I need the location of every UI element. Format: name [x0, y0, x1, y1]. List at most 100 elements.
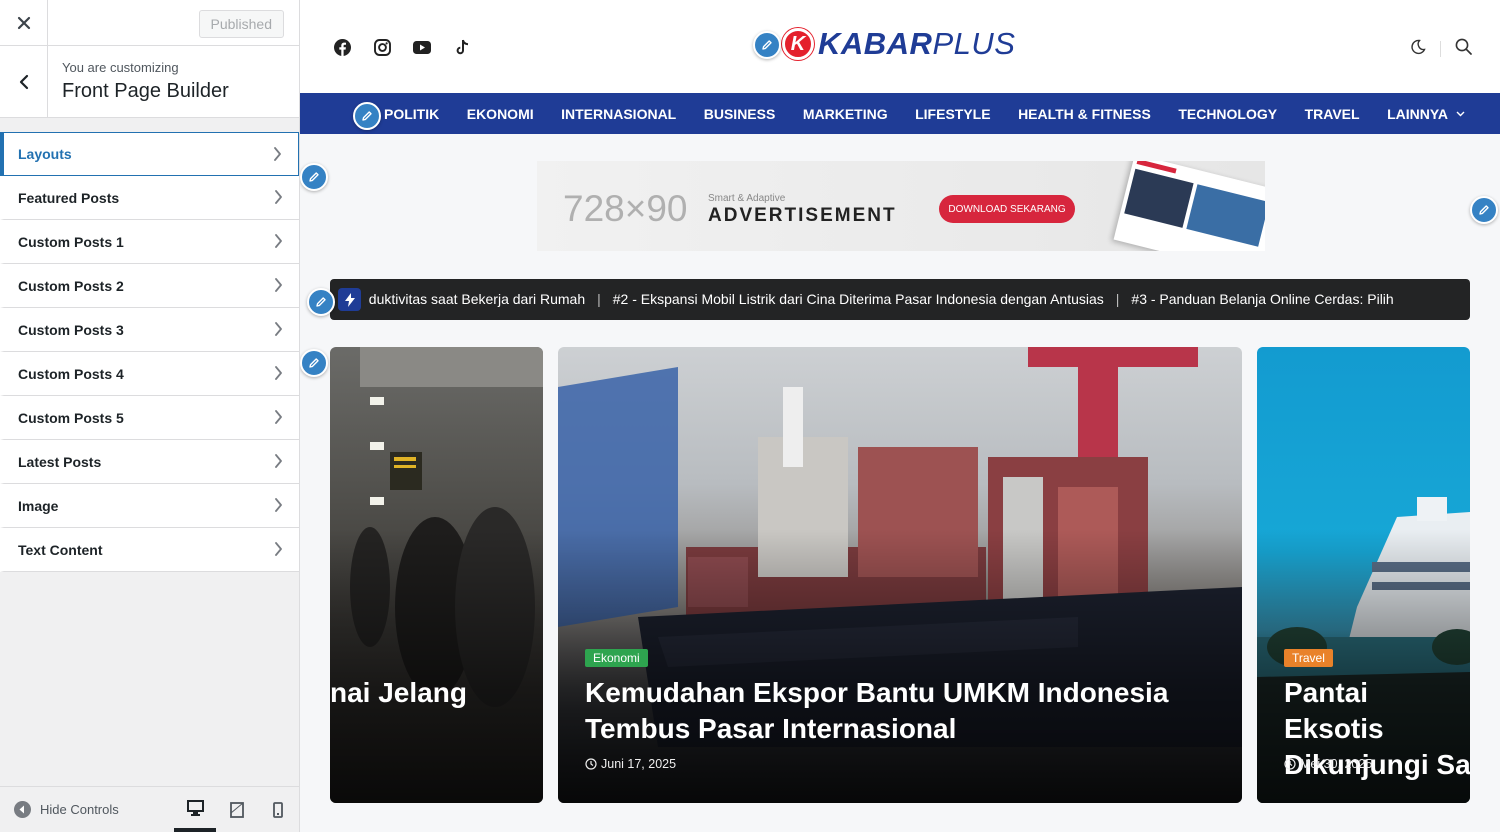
ticker-item[interactable]: Produktivitas saat Bekerja dari Rumah	[369, 279, 585, 320]
logo-badge: K	[782, 28, 814, 60]
section-item-custom-posts-1[interactable]: Custom Posts 1	[0, 220, 299, 264]
section-header: You are customizing Front Page Builder	[0, 46, 299, 118]
customizer-sidebar: Published You are customizing Front Page…	[0, 0, 300, 832]
edit-menu-shortcut[interactable]	[353, 102, 381, 130]
site-preview: K KABARPLUS POLITIK EKONOMI INTERNASIONA…	[300, 0, 1500, 832]
tiktok-icon[interactable]	[452, 37, 472, 57]
back-button[interactable]	[0, 46, 48, 117]
section-item-label: Custom Posts 3	[18, 321, 124, 338]
logo-text-light: PLUS	[932, 26, 1016, 61]
hide-controls-label: Hide Controls	[40, 802, 119, 817]
chevron-right-icon	[275, 278, 282, 292]
slide-title[interactable]: Kemudahan Ekspor Bantu UMKM Indonesia Te…	[585, 675, 1222, 747]
chevron-down-icon	[1456, 111, 1465, 116]
section-item-custom-posts-4[interactable]: Custom Posts 4	[0, 352, 299, 396]
section-item-custom-posts-5[interactable]: Custom Posts 5	[0, 396, 299, 440]
edit-ticker-shortcut[interactable]	[307, 288, 335, 316]
chevron-right-icon	[275, 366, 282, 380]
section-item-label: Custom Posts 1	[18, 233, 124, 250]
chevron-left-icon	[19, 74, 28, 89]
preview-mobile-button[interactable]	[257, 787, 299, 832]
ad-headline: ADVERTISEMENT	[708, 205, 897, 226]
customizer-footer: Hide Controls	[0, 786, 299, 832]
section-item-label: Latest Posts	[18, 453, 102, 470]
section-list: Layouts Featured Posts Custom Posts 1 Cu…	[0, 132, 299, 572]
site-logo[interactable]: K KABARPLUS	[782, 26, 1015, 62]
chevron-right-icon	[275, 190, 282, 204]
slide-date-text: Juni 17, 2025	[601, 757, 677, 771]
nav-item-lifestyle[interactable]: LIFESTYLE	[915, 106, 990, 122]
chevron-right-icon	[275, 454, 282, 468]
instagram-icon[interactable]	[372, 37, 392, 57]
ticker-item[interactable]: #3 - Panduan Belanja Online Cerdas: Pili…	[1131, 279, 1393, 320]
section-item-latest-posts[interactable]: Latest Posts	[0, 440, 299, 484]
ad-size-text: 728×90	[563, 188, 688, 229]
chevron-right-icon	[275, 542, 282, 556]
ad-screenshot-image	[1113, 161, 1265, 251]
nav-item-technology[interactable]: TECHNOLOGY	[1178, 106, 1277, 122]
ticker-track: Produktivitas saat Bekerja dari Rumah | …	[369, 279, 1470, 320]
section-item-label: Custom Posts 5	[18, 409, 124, 426]
preview-desktop-button[interactable]	[174, 787, 216, 832]
ticker-item[interactable]: #2 - Ekspansi Mobil Listrik dari Cina Di…	[613, 279, 1104, 320]
news-ticker: Produktivitas saat Bekerja dari Rumah | …	[330, 279, 1470, 320]
section-item-image[interactable]: Image	[0, 484, 299, 528]
header-divider	[1440, 41, 1441, 57]
edit-ad-shortcut[interactable]	[1470, 196, 1498, 224]
clock-icon	[1284, 758, 1296, 770]
slide-card[interactable]: Ekonomi Kemudahan Ekspor Bantu UMKM Indo…	[558, 347, 1242, 803]
nav-item-health-fitness[interactable]: HEALTH & FITNESS	[1018, 106, 1151, 122]
slide-title[interactable]: nai Jelang	[330, 675, 467, 711]
edit-logo-shortcut[interactable]	[753, 31, 781, 59]
slide-date: Juni 17, 2025	[585, 757, 676, 771]
section-item-custom-posts-2[interactable]: Custom Posts 2	[0, 264, 299, 308]
slide-overlay	[330, 347, 543, 803]
nav-item-politik[interactable]: POLITIK	[384, 106, 439, 122]
clock-icon	[585, 758, 597, 770]
edit-layouts-shortcut[interactable]	[300, 163, 328, 191]
dark-mode-icon[interactable]	[1410, 39, 1426, 60]
slide-date: Mei 30, 2025	[1284, 757, 1372, 771]
edit-slider-shortcut[interactable]	[300, 349, 328, 377]
ad-banner[interactable]: 728×90 Smart & Adaptive ADVERTISEMENT DO…	[537, 161, 1265, 251]
slide-category-badge[interactable]: Travel	[1284, 649, 1333, 667]
section-item-label: Text Content	[18, 541, 103, 558]
nav-item-marketing[interactable]: MARKETING	[803, 106, 888, 122]
chevron-right-icon	[275, 234, 282, 248]
nav-item-label: LAINNYA	[1387, 105, 1448, 122]
section-item-label: Featured Posts	[18, 189, 120, 206]
section-item-featured-posts[interactable]: Featured Posts	[0, 176, 299, 220]
ad-tagline: Smart & Adaptive	[708, 193, 786, 204]
slide-date-text: Mei 30, 2025	[1300, 757, 1373, 771]
nav-item-ekonomi[interactable]: EKONOMI	[467, 106, 534, 122]
hide-controls-button[interactable]: Hide Controls	[14, 801, 119, 818]
logo-text: KABARPLUS	[818, 26, 1015, 62]
slide-category-badge[interactable]: Ekonomi	[585, 649, 648, 667]
youtube-icon[interactable]	[412, 37, 432, 57]
nav-item-business[interactable]: BUSINESS	[704, 106, 776, 122]
ad-download-button[interactable]: DOWNLOAD SEKARANG	[939, 195, 1075, 223]
pencil-icon	[316, 297, 326, 307]
section-item-layouts[interactable]: Layouts	[0, 132, 299, 176]
slide-card[interactable]: nai Jelang	[330, 347, 543, 803]
section-item-label: Custom Posts 4	[18, 365, 124, 382]
slide-card[interactable]: Travel Pantai Eksotis Dikunjungi Sa Mei …	[1257, 347, 1470, 803]
nav-item-travel[interactable]: TRAVEL	[1305, 106, 1360, 122]
section-item-custom-posts-3[interactable]: Custom Posts 3	[0, 308, 299, 352]
main-navigation: POLITIK EKONOMI INTERNASIONAL BUSINESS M…	[300, 93, 1500, 134]
facebook-icon[interactable]	[332, 37, 352, 57]
desktop-icon	[186, 799, 204, 816]
publish-button[interactable]: Published	[198, 10, 284, 38]
section-item-label: Image	[18, 497, 59, 514]
chevron-right-icon	[275, 498, 282, 512]
lightning-icon	[338, 288, 361, 311]
close-customizer-button[interactable]	[0, 0, 48, 45]
section-item-text-content[interactable]: Text Content	[0, 528, 299, 572]
collapse-arrow-icon	[14, 801, 31, 818]
nav-item-lainnya[interactable]: LAINNYA	[1387, 106, 1465, 122]
search-icon[interactable]	[1455, 38, 1472, 60]
customizer-header-actions: Published	[0, 0, 299, 46]
nav-item-internasional[interactable]: INTERNASIONAL	[561, 106, 676, 122]
preview-tablet-button[interactable]	[216, 787, 258, 832]
close-icon	[17, 16, 30, 29]
